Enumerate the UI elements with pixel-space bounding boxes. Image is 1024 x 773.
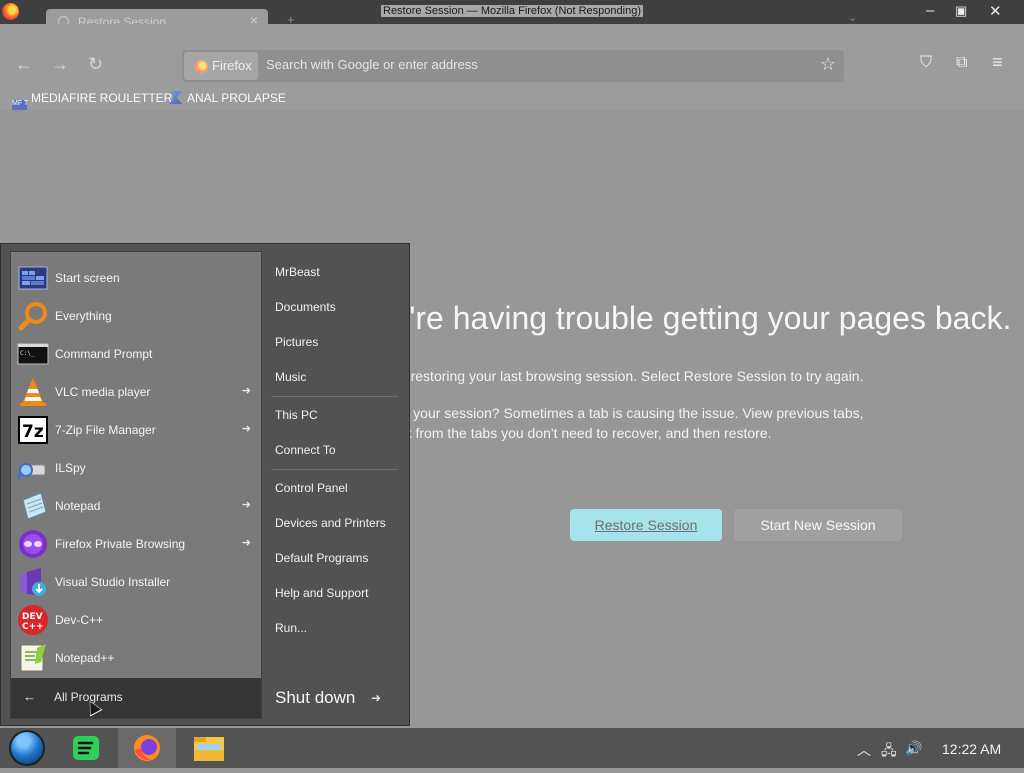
shutdown-options-icon[interactable]: ➜ [371, 691, 381, 705]
start-new-session-button[interactable]: Start New Session [734, 509, 902, 541]
shutdown-button[interactable]: Shut down [275, 688, 355, 708]
forward-button[interactable]: → [51, 54, 69, 75]
program-label: Start screen [55, 271, 120, 285]
svg-text:7z: 7z [22, 422, 44, 442]
magnifier-icon [18, 302, 47, 331]
tray-chevron-icon[interactable]: ︿ [857, 740, 871, 760]
program-label: Firefox Private Browsing [55, 537, 186, 551]
pocket-icon[interactable]: ⛉ [920, 54, 932, 72]
program-label: VLC media player [55, 385, 151, 399]
file-explorer-icon [194, 737, 224, 761]
place-pictures[interactable]: Pictures [275, 335, 318, 349]
identity-label: Firefox [212, 58, 252, 73]
place-mrbeast[interactable]: MrBeast [275, 265, 320, 279]
submenu-arrow-icon: ➜ [241, 385, 251, 397]
place-default-programs[interactable]: Default Programs [275, 551, 368, 565]
programs-list: Start screen Everything C:\_ Command Pro… [10, 251, 262, 719]
reload-button[interactable]: ↻ [88, 54, 103, 75]
menu-divider [271, 396, 398, 397]
taskbar-file-explorer[interactable] [180, 728, 238, 768]
submenu-arrow-icon: ➜ [241, 537, 251, 549]
ilspy-icon [17, 463, 46, 480]
program-7zip[interactable]: 7z 7-Zip File Manager ➜ [17, 414, 255, 448]
program-label: Visual Studio Installer [55, 575, 171, 589]
search-input[interactable]: Search with Google or enter address [266, 57, 478, 72]
cmd-icon: C:\_ [17, 343, 49, 365]
identity-box[interactable]: Firefox [184, 52, 258, 80]
place-documents[interactable]: Documents [275, 300, 336, 314]
place-music[interactable]: Music [275, 370, 306, 384]
start-menu: Start screen Everything C:\_ Command Pro… [0, 243, 410, 726]
place-control-panel[interactable]: Control Panel [275, 481, 348, 495]
notepad-icon [22, 492, 47, 520]
address-bar[interactable]: Firefox Search with Google or enter addr… [182, 50, 844, 82]
program-devcpp[interactable]: DEV C++ Dev-C++ [17, 604, 255, 638]
program-visual-studio-installer[interactable]: Visual Studio Installer [17, 566, 255, 600]
svg-text:C++: C++ [22, 622, 44, 632]
submenu-arrow-icon: ➜ [241, 423, 251, 435]
bookmarks-toolbar: MF T MEDIAFIRE ROULETTER ANAL PROLAPSE [0, 88, 1024, 115]
vlc-cone-icon [20, 378, 46, 406]
start-screen-icon [18, 266, 48, 290]
volume-icon[interactable]: 🔊 [905, 740, 922, 757]
spotify-icon [73, 736, 99, 760]
taskbar-firefox[interactable] [118, 728, 176, 768]
program-notepad[interactable]: Notepad ➜ [17, 490, 255, 524]
window-title: Restore Session — Mozilla Firefox (Not R… [381, 5, 643, 17]
program-notepadpp[interactable]: Notepad++ [17, 642, 255, 676]
minimize-button[interactable]: – [926, 2, 934, 19]
bookmark-second[interactable]: ANAL PROLAPSE [169, 91, 286, 105]
title-bar: Restore Session × + ⌄ Restore Session — … [0, 0, 1024, 39]
place-this-pc[interactable]: This PC [275, 408, 318, 422]
menu-divider [271, 469, 398, 470]
program-everything[interactable]: Everything [17, 300, 255, 334]
program-label: ILSpy [55, 461, 86, 475]
notepadpp-icon [20, 644, 46, 672]
place-run[interactable]: Run... [275, 621, 307, 635]
network-icon[interactable]: 🖧 [881, 740, 897, 764]
submenu-arrow-icon: ➜ [241, 499, 251, 511]
maximize-button[interactable]: ▣ [955, 3, 967, 19]
taskbar: ︿ 🖧 🔊 12:22 AM [0, 728, 1024, 768]
program-vlc[interactable]: VLC media player ➜ [17, 376, 255, 410]
devcpp-icon: DEV C++ [18, 605, 48, 635]
place-devices-printers[interactable]: Devices and Printers [275, 516, 386, 530]
bookmark-star-icon[interactable]: ☆ [820, 54, 836, 75]
program-label: 7-Zip File Manager [55, 423, 156, 437]
place-connect-to[interactable]: Connect To [275, 443, 336, 457]
program-start-screen[interactable]: Start screen [17, 262, 255, 296]
close-window-button[interactable]: ✕ [989, 2, 1002, 20]
all-programs-button[interactable]: ← All Programs [11, 678, 261, 718]
clock[interactable]: 12:22 AM [942, 741, 1001, 757]
svg-text:DEV: DEV [22, 612, 43, 622]
program-label: Everything [55, 309, 112, 323]
firefox-private-icon [19, 530, 47, 558]
program-label: Command Prompt [55, 347, 153, 361]
program-label: Notepad++ [55, 651, 115, 665]
bookmark-label: ANAL PROLAPSE [187, 91, 286, 105]
7zip-icon: 7z [18, 416, 48, 444]
extensions-icon[interactable]: ⧉ [956, 54, 967, 72]
program-firefox-private[interactable]: Firefox Private Browsing ➜ [17, 528, 255, 562]
app-menu-button[interactable]: ≡ [992, 52, 1003, 73]
program-command-prompt[interactable]: C:\_ Command Prompt [17, 338, 255, 372]
program-label: Notepad [55, 499, 101, 513]
taskbar-spotify[interactable] [57, 728, 115, 768]
bookmark-icon [169, 91, 182, 104]
back-arrow-icon: ← [23, 689, 36, 704]
svg-text:C:\_: C:\_ [20, 350, 35, 357]
program-ilspy[interactable]: ILSpy [17, 452, 255, 486]
firefox-icon [134, 735, 160, 761]
bookmark-label: MEDIAFIRE ROULETTER [31, 91, 173, 105]
visual-studio-installer-icon [20, 568, 46, 596]
place-help-support[interactable]: Help and Support [275, 586, 368, 600]
back-button[interactable]: ← [15, 54, 33, 75]
restore-session-button[interactable]: Restore Session [570, 509, 722, 541]
program-label: Dev-C++ [55, 613, 104, 627]
start-orb-button[interactable] [9, 730, 45, 766]
firefox-icon [194, 60, 208, 74]
